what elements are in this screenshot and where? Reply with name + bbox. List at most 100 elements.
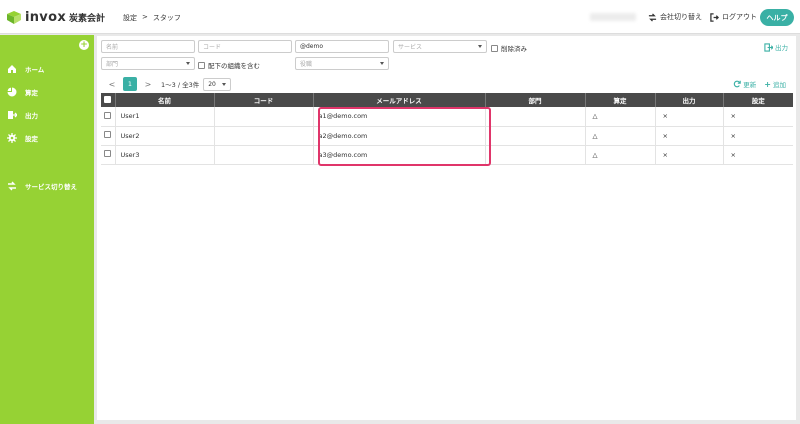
- sidebar-item-calc[interactable]: 算定: [7, 87, 38, 97]
- row-checkbox[interactable]: [104, 150, 112, 157]
- page-size-value: 20: [208, 80, 216, 88]
- column-header-calc[interactable]: 算定: [585, 93, 656, 107]
- code-filter-placeholder: コード: [203, 44, 222, 51]
- sidebar-item-switch-service[interactable]: サービス切り替え: [7, 181, 77, 191]
- row-checkbox[interactable]: [104, 131, 112, 138]
- cell-name[interactable]: User2: [115, 126, 215, 146]
- include-sub-checkbox-group[interactable]: 配下の組織を含む: [198, 60, 260, 70]
- cell-settings: ×: [723, 126, 793, 146]
- breadcrumb-staff: スタッフ: [152, 14, 181, 22]
- department-select[interactable]: 部門: [101, 57, 195, 70]
- sidebar-add-icon[interactable]: +: [79, 40, 89, 50]
- cell-email: a1@demo.com: [313, 107, 486, 127]
- table-header-row: 名前 コード メールアドレス 部門 算定 出力 設定: [101, 93, 793, 107]
- chevron-down-icon: [478, 45, 482, 48]
- table-row[interactable]: User2 a2@demo.com △ × ×: [101, 126, 793, 146]
- refresh-button[interactable]: 更新: [733, 79, 756, 89]
- cell-code: [214, 107, 314, 127]
- breadcrumb: 設定 > スタッフ: [123, 13, 181, 23]
- role-select-placeholder: 役職: [300, 61, 313, 68]
- sidebar-item-label: 出力: [25, 112, 38, 120]
- logo[interactable]: invox 炭素会計: [6, 8, 105, 26]
- table-row[interactable]: User3 a3@demo.com △ × ×: [101, 145, 793, 165]
- column-header-department[interactable]: 部門: [485, 93, 586, 107]
- deleted-checkbox[interactable]: [491, 44, 498, 52]
- breadcrumb-separator: >: [142, 13, 148, 21]
- select-all-header: [101, 93, 116, 107]
- column-header-email[interactable]: メールアドレス: [313, 93, 486, 107]
- include-sub-checkbox[interactable]: [198, 61, 205, 69]
- add-label: 追加: [773, 81, 786, 89]
- cell-code: [214, 126, 314, 146]
- chevron-down-icon: [186, 62, 190, 65]
- column-header-output[interactable]: 出力: [655, 93, 724, 107]
- gear-icon: [7, 133, 17, 143]
- cell-calc: △: [585, 126, 656, 146]
- sidebar-item-export[interactable]: 出力: [7, 110, 38, 120]
- cell-settings: ×: [723, 145, 793, 165]
- export-link[interactable]: 出力: [764, 42, 788, 52]
- logout-link[interactable]: ログアウト: [710, 12, 757, 22]
- export-icon: [764, 42, 773, 52]
- sidebar-item-label: ホーム: [25, 66, 45, 74]
- table-row[interactable]: User1 a1@demo.com △ × ×: [101, 107, 793, 127]
- logout-icon: [710, 12, 719, 22]
- page-number-current[interactable]: 1: [123, 77, 137, 91]
- sidebar-item-label: サービス切り替え: [25, 183, 77, 191]
- prev-page-icon[interactable]: <: [105, 77, 119, 91]
- cell-calc: △: [585, 107, 656, 127]
- logo-mark-icon: [6, 9, 22, 25]
- page-size-select[interactable]: 20: [203, 77, 232, 91]
- sidebar-item-label: 設定: [25, 135, 38, 143]
- row-select-cell: [101, 107, 116, 127]
- cell-settings: ×: [723, 107, 793, 127]
- cell-output: ×: [655, 107, 724, 127]
- code-filter-input[interactable]: コード: [198, 40, 292, 53]
- service-select[interactable]: サービス: [393, 40, 487, 53]
- deleted-checkbox-label: 削除済み: [501, 45, 527, 53]
- column-header-settings[interactable]: 設定: [723, 93, 793, 107]
- service-select-placeholder: サービス: [398, 44, 423, 51]
- pagination: < 1 > 1〜3 / 全3件 20: [105, 77, 232, 91]
- breadcrumb-settings[interactable]: 設定: [123, 13, 137, 23]
- app-header: invox 炭素会計 設定 > スタッフ 会社切り替え ログアウト ヘルプ: [0, 0, 800, 34]
- row-checkbox[interactable]: [104, 111, 112, 119]
- cell-calc: △: [585, 145, 656, 165]
- select-all-checkbox[interactable]: [104, 95, 112, 103]
- cell-name[interactable]: User1: [115, 107, 215, 127]
- home-icon: [7, 64, 17, 74]
- row-select-cell: [101, 126, 116, 146]
- switch-company-icon: [648, 12, 657, 22]
- staff-table: 名前 コード メールアドレス 部門 算定 出力 設定 User1 a1@demo…: [101, 93, 793, 165]
- cell-code: [214, 145, 314, 165]
- name-filter-input[interactable]: 名前: [101, 40, 195, 53]
- refresh-label: 更新: [743, 81, 757, 89]
- column-header-code[interactable]: コード: [214, 93, 314, 107]
- main-content: 名前 コード @demo サービス 削除済み 出力 部門 配下の組織を含む 役職…: [97, 36, 796, 420]
- add-button[interactable]: + 追加: [764, 79, 786, 90]
- chevron-down-icon: [380, 62, 384, 65]
- chevron-down-icon: [222, 82, 227, 86]
- next-page-icon[interactable]: >: [141, 77, 155, 91]
- table-toolbar: 更新 + 追加: [733, 79, 786, 89]
- help-button[interactable]: ヘルプ: [760, 9, 794, 26]
- logo-text: invox: [25, 9, 67, 25]
- cell-email: a3@demo.com: [313, 145, 486, 165]
- logout-label: ログアウト: [722, 13, 757, 21]
- department-select-placeholder: 部門: [106, 61, 119, 68]
- sidebar-item-home[interactable]: ホーム: [7, 64, 44, 74]
- name-filter-placeholder: 名前: [106, 44, 119, 51]
- sidebar-item-label: 算定: [25, 89, 38, 97]
- export-icon: [7, 110, 17, 120]
- user-name-redacted: [590, 13, 636, 21]
- sidebar-item-settings[interactable]: 設定: [7, 133, 38, 143]
- role-select[interactable]: 役職: [295, 57, 389, 70]
- column-header-name[interactable]: 名前: [115, 93, 215, 107]
- deleted-checkbox-group[interactable]: 削除済み: [491, 43, 527, 53]
- email-filter-input[interactable]: @demo: [295, 40, 389, 53]
- cell-name[interactable]: User3: [115, 145, 215, 165]
- export-label: 出力: [775, 44, 788, 52]
- refresh-icon: [734, 80, 742, 88]
- logo-subtitle: 炭素会計: [69, 13, 106, 24]
- switch-company-link[interactable]: 会社切り替え: [648, 12, 702, 22]
